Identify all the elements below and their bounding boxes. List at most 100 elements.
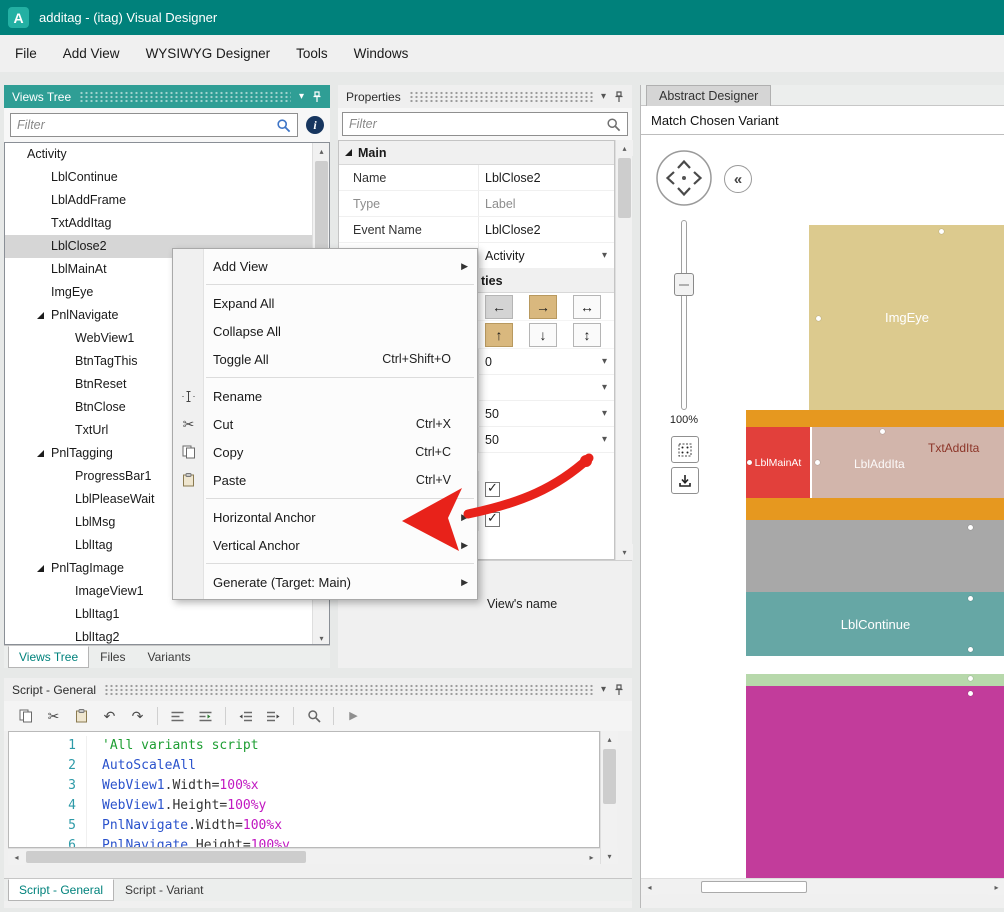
chevron-down-icon[interactable]: ▾ — [299, 92, 304, 102]
comment-icon[interactable] — [166, 705, 189, 728]
menu-item-tools[interactable]: Tools — [283, 35, 341, 72]
undo-icon[interactable]: ↶ — [98, 705, 121, 728]
tab-abstract-designer[interactable]: Abstract Designer — [646, 85, 771, 106]
dropdown-arrow-icon[interactable]: ▾ — [602, 434, 607, 445]
dropdown-arrow-icon[interactable]: ▾ — [602, 408, 607, 419]
cut-icon[interactable]: ✂ — [42, 705, 65, 728]
run-icon[interactable]: ▶ — [342, 705, 365, 728]
pan-control[interactable] — [654, 148, 714, 208]
scroll-left-icon[interactable]: ◂ — [8, 849, 25, 865]
context-menu-item-paste[interactable]: PasteCtrl+V — [173, 466, 477, 494]
indent-icon[interactable] — [262, 705, 285, 728]
dropdown-arrow-icon[interactable]: ▾ — [602, 250, 607, 261]
scrollbar-thumb[interactable] — [26, 851, 306, 863]
prop-row-type[interactable]: TypeLabel — [339, 191, 614, 217]
editor-vertical-scrollbar[interactable]: ▴ ▾ — [600, 731, 617, 864]
scrollbar-thumb[interactable] — [603, 749, 616, 804]
context-menu-item-rename[interactable]: Rename — [173, 382, 477, 410]
search-icon[interactable] — [276, 118, 291, 133]
block-txtadditag[interactable]: LblAddItaTxtAddIta — [812, 427, 1004, 498]
collapse-panel-button[interactable]: « — [724, 165, 752, 193]
paste-icon[interactable] — [70, 705, 93, 728]
prop-row-event-name[interactable]: Event NameLblClose2 — [339, 217, 614, 243]
section-expander-icon[interactable] — [345, 149, 352, 156]
menu-item-add-view[interactable]: Add View — [50, 35, 133, 72]
import-layout-button[interactable] — [671, 467, 699, 494]
menu-item-wysiwyg-designer[interactable]: WYSIWYG Designer — [133, 35, 284, 72]
tree-item-lbladdframe[interactable]: LblAddFrame — [5, 189, 329, 212]
code-editor[interactable]: 1'All variants script2AutoScaleAll3WebVi… — [8, 731, 600, 848]
zoom-slider-thumb[interactable] — [674, 273, 694, 296]
properties-scrollbar[interactable]: ▴ ▾ — [615, 140, 632, 560]
anchor-both-horizontal-button[interactable]: ↔ — [573, 295, 601, 319]
block-strip-mid-orange[interactable] — [746, 498, 1004, 520]
scroll-down-icon[interactable]: ▾ — [616, 544, 633, 560]
context-menu-item-expand-all[interactable]: Expand All — [173, 289, 477, 317]
context-menu-item-cut[interactable]: ✂CutCtrl+X — [173, 410, 477, 438]
checkbox[interactable]: ✓ — [485, 512, 500, 527]
context-menu-item-vertical-anchor[interactable]: Vertical Anchor▶ — [173, 531, 477, 559]
chevron-down-icon[interactable]: ▾ — [601, 685, 606, 695]
block-panel-gray[interactable] — [746, 520, 1004, 592]
menu-item-windows[interactable]: Windows — [341, 35, 422, 72]
block-lblcontinue[interactable]: LblContinue — [746, 592, 1004, 656]
scroll-right-icon[interactable]: ▸ — [988, 879, 1004, 895]
copy-icon[interactable] — [14, 705, 37, 728]
pin-icon[interactable] — [312, 91, 322, 103]
info-icon[interactable]: i — [306, 116, 324, 134]
anchor-both-vertical-button[interactable]: ↕ — [573, 323, 601, 347]
designer-canvas[interactable]: « 100% ImgEyeLblMainAtLblAddItaTxtAddIta… — [641, 135, 1004, 878]
scroll-up-icon[interactable]: ▴ — [616, 140, 633, 156]
block-lblmainat[interactable]: LblMainAt — [746, 427, 810, 498]
scroll-up-icon[interactable]: ▴ — [313, 143, 330, 159]
section-main[interactable]: Main — [339, 141, 614, 165]
tree-item-lblcontinue[interactable]: LblContinue — [5, 166, 329, 189]
dropdown-arrow-icon[interactable]: ▾ — [602, 382, 607, 393]
zoom-slider-track[interactable] — [681, 220, 687, 410]
scroll-down-icon[interactable]: ▾ — [313, 630, 330, 645]
anchor-bottom-button[interactable]: ↓ — [529, 323, 557, 347]
chevron-down-icon[interactable]: ▾ — [601, 92, 606, 102]
pin-icon[interactable] — [614, 684, 624, 696]
scroll-down-icon[interactable]: ▾ — [601, 848, 618, 864]
designer-horizontal-scrollbar[interactable]: ◂ ▸ — [641, 878, 1004, 894]
context-menu-item-add-view[interactable]: Add View▶ — [173, 252, 477, 280]
context-menu-item-toggle-all[interactable]: Toggle AllCtrl+Shift+O — [173, 345, 477, 373]
anchor-left-button[interactable]: ← — [485, 295, 513, 319]
prop-row-name[interactable]: NameLblClose2 — [339, 165, 614, 191]
scrollbar-thumb[interactable] — [701, 881, 807, 893]
tree-expander-icon[interactable] — [37, 450, 51, 457]
redo-icon[interactable]: ↷ — [126, 705, 149, 728]
scroll-right-icon[interactable]: ▸ — [583, 849, 600, 865]
context-menu-item-generate-target-main[interactable]: Generate (Target: Main)▶ — [173, 568, 477, 596]
anchor-top-button[interactable]: ↑ — [485, 323, 513, 347]
search-icon[interactable] — [606, 117, 621, 132]
block-strip-top-orange[interactable] — [746, 410, 1004, 427]
tab-script-general[interactable]: Script - General — [8, 879, 114, 901]
scroll-left-icon[interactable]: ◂ — [641, 879, 658, 895]
tab-files[interactable]: Files — [89, 646, 136, 668]
editor-horizontal-scrollbar[interactable]: ◂ ▸ — [8, 848, 600, 864]
scroll-up-icon[interactable]: ▴ — [601, 731, 618, 747]
tree-item-activity[interactable]: Activity — [5, 143, 329, 166]
properties-filter-input[interactable] — [349, 117, 606, 131]
tree-expander-icon[interactable] — [37, 565, 51, 572]
menu-item-file[interactable]: File — [2, 35, 50, 72]
checkbox[interactable]: ✓ — [485, 482, 500, 497]
context-menu-item-collapse-all[interactable]: Collapse All — [173, 317, 477, 345]
pin-icon[interactable] — [614, 91, 624, 103]
block-strip-green[interactable] — [746, 674, 1004, 686]
block-imgeye[interactable]: ImgEye — [809, 225, 1004, 410]
tab-script-variant[interactable]: Script - Variant — [114, 879, 214, 901]
outdent-icon[interactable] — [234, 705, 257, 728]
tree-expander-icon[interactable] — [37, 312, 51, 319]
tab-views-tree[interactable]: Views Tree — [8, 646, 89, 668]
tree-item-txtadditag[interactable]: TxtAddItag — [5, 212, 329, 235]
uncomment-icon[interactable] — [194, 705, 217, 728]
context-menu-item-copy[interactable]: CopyCtrl+C — [173, 438, 477, 466]
tree-item-lblitag1[interactable]: LblItag1 — [5, 603, 329, 626]
block-panel-magenta[interactable] — [746, 686, 1004, 878]
search-icon[interactable] — [302, 705, 325, 728]
views-filter-input[interactable] — [17, 118, 276, 132]
scrollbar-thumb[interactable] — [618, 158, 631, 218]
